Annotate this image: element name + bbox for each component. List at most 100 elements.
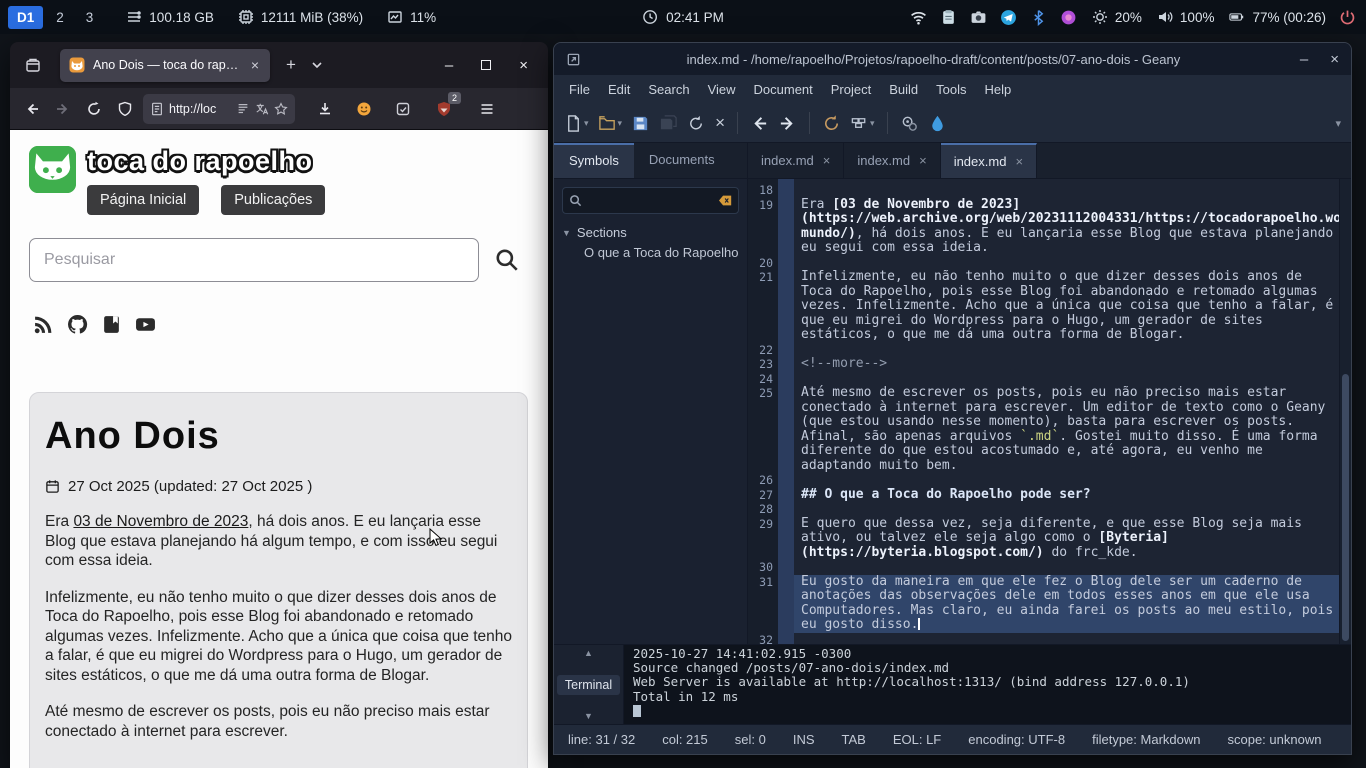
menu-build[interactable]: Build (880, 77, 927, 102)
editor-line[interactable]: 26 (748, 473, 1339, 488)
terminal-tab[interactable]: Terminal (557, 675, 620, 695)
tab-list-dropdown-icon[interactable] (304, 52, 330, 78)
editor-line[interactable]: 18 (748, 183, 1339, 198)
youtube-icon[interactable] (135, 314, 156, 335)
editor-line[interactable]: 27## O que a Toca do Rapoelho pode ser? (748, 488, 1339, 503)
menu-project[interactable]: Project (822, 77, 880, 102)
terminal-output[interactable]: 2025-10-27 14:41:02.915 -0300Source chan… (624, 645, 1351, 724)
tree-node-sections[interactable]: ▼ Sections (562, 225, 739, 240)
save-icon[interactable] (631, 114, 650, 133)
open-file-icon[interactable]: ▾ (598, 114, 623, 133)
editor-line[interactable]: 20 (748, 256, 1339, 271)
nav-publicacoes-button[interactable]: Publicações (221, 185, 325, 215)
sidebar-tab-symbols[interactable]: Symbols (554, 143, 634, 178)
new-tab-button[interactable]: + (278, 52, 304, 78)
journal-icon[interactable] (101, 314, 122, 335)
document-tab-1[interactable]: index.md× (844, 143, 940, 178)
telegram-tray-icon[interactable] (1000, 9, 1017, 26)
bluetooth-tray-icon[interactable] (1030, 9, 1047, 26)
new-document-icon[interactable]: ▾ (564, 114, 589, 133)
symbol-filter-input[interactable] (588, 194, 713, 208)
translate-icon[interactable] (255, 102, 269, 116)
post-link[interactable]: 03 de Novembro de 2023 (73, 513, 248, 530)
extension-emoji-icon[interactable] (351, 96, 377, 122)
github-icon[interactable] (67, 314, 88, 335)
editor-line[interactable]: 24 (748, 372, 1339, 387)
editor-line[interactable]: 29E quero que dessa vez, seja diferente,… (748, 517, 1339, 561)
tab-close-icon[interactable]: × (823, 153, 831, 168)
site-title[interactable]: toca do rapoelho (87, 146, 325, 176)
menu-file[interactable]: File (560, 77, 599, 102)
tabs-scroll-down-icon[interactable]: ▼ (584, 711, 593, 721)
editor-line[interactable]: 19Era [03 de Novembro de 2023](https://w… (748, 198, 1339, 256)
build-dropdown-icon[interactable]: ▾ (870, 118, 875, 129)
tab-close-icon[interactable]: × (919, 153, 927, 168)
reader-mode-icon[interactable] (236, 102, 250, 116)
downloads-icon[interactable] (312, 96, 338, 122)
search-input[interactable] (29, 238, 479, 282)
editor-scrollbar[interactable] (1339, 179, 1351, 644)
menu-document[interactable]: Document (745, 77, 822, 102)
geany-title-bar[interactable]: index.md - /home/rapoelho/Projetos/rapoe… (554, 43, 1351, 75)
workspace-button-D1[interactable]: D1 (8, 6, 43, 29)
open-file-dropdown-icon[interactable]: ▾ (618, 118, 623, 129)
tree-expander-icon[interactable]: ▼ (562, 228, 571, 238)
editor-line[interactable]: 23<!--more--> (748, 357, 1339, 372)
geany-close-button[interactable]: × (1330, 51, 1339, 68)
tree-item-section[interactable]: O que a Toca do Rapoelho p (584, 245, 739, 260)
nav-forward-icon[interactable] (778, 114, 797, 133)
firefox-view-icon[interactable] (20, 52, 46, 78)
editor-line[interactable]: 25Até mesmo de escrever os posts, pois e… (748, 386, 1339, 473)
reload-button[interactable] (81, 96, 107, 122)
sidebar-tab-documents[interactable]: Documents (634, 143, 730, 178)
tracking-shield-icon[interactable] (112, 96, 138, 122)
screenshot-tray-icon[interactable] (970, 9, 987, 26)
wifi-icon[interactable] (910, 9, 927, 26)
execute-icon[interactable] (900, 114, 919, 133)
compile-icon[interactable] (822, 114, 841, 133)
build-icon[interactable]: ▾ (850, 114, 875, 133)
revert-icon[interactable] (687, 114, 706, 133)
browser-close-button[interactable]: × (519, 57, 528, 74)
adblock-shield-icon[interactable]: 2 (431, 96, 457, 122)
workspace-button-3[interactable]: 3 (77, 6, 103, 29)
menu-help[interactable]: Help (976, 77, 1021, 102)
window-menu-icon[interactable] (566, 52, 581, 67)
browser-minimize-button[interactable]: – (445, 57, 453, 74)
site-logo-cat-icon[interactable] (29, 146, 76, 193)
tabs-scroll-up-icon[interactable]: ▲ (584, 648, 593, 658)
nav-back-icon[interactable] (750, 114, 769, 133)
bookmark-star-icon[interactable] (274, 102, 288, 116)
clipboard-tray-icon[interactable] (940, 9, 957, 26)
document-tab-0[interactable]: index.md× (748, 143, 844, 178)
menu-tools[interactable]: Tools (927, 77, 975, 102)
editor-line[interactable]: 32 (748, 633, 1339, 645)
color-chooser-icon[interactable] (928, 114, 947, 133)
search-icon[interactable] (494, 247, 520, 273)
document-tab-2[interactable]: index.md× (941, 143, 1037, 178)
extension-container-icon[interactable] (390, 96, 416, 122)
color-picker-tray-icon[interactable] (1060, 9, 1077, 26)
power-icon[interactable] (1339, 9, 1356, 26)
geany-minimize-button[interactable]: – (1300, 51, 1308, 68)
url-bar[interactable]: http://loc (143, 94, 295, 124)
editor-line[interactable]: 30 (748, 560, 1339, 575)
browser-restore-button[interactable] (481, 60, 491, 70)
nav-pagina-inicial-button[interactable]: Página Inicial (87, 185, 199, 215)
clear-search-icon[interactable] (719, 194, 732, 207)
menu-edit[interactable]: Edit (599, 77, 639, 102)
editor-line[interactable]: 22 (748, 343, 1339, 358)
tab-close-icon[interactable]: × (249, 57, 261, 73)
close-document-icon[interactable]: × (715, 113, 725, 133)
new-document-dropdown-icon[interactable]: ▾ (584, 118, 589, 129)
rss-icon[interactable] (33, 314, 54, 335)
menu-view[interactable]: View (699, 77, 745, 102)
menu-search[interactable]: Search (639, 77, 698, 102)
editor-line[interactable]: 21Infelizmente, eu não tenho muito o que… (748, 270, 1339, 343)
scrollbar-thumb[interactable] (1342, 374, 1349, 641)
hamburger-menu-icon[interactable] (474, 96, 500, 122)
forward-button[interactable] (50, 96, 76, 122)
editor-line[interactable]: 31Eu gosto da maneira em que ele fez o B… (748, 575, 1339, 633)
save-all-icon[interactable] (659, 114, 678, 133)
browser-tab[interactable]: Ano Dois — toca do rapoelho × (60, 49, 270, 82)
